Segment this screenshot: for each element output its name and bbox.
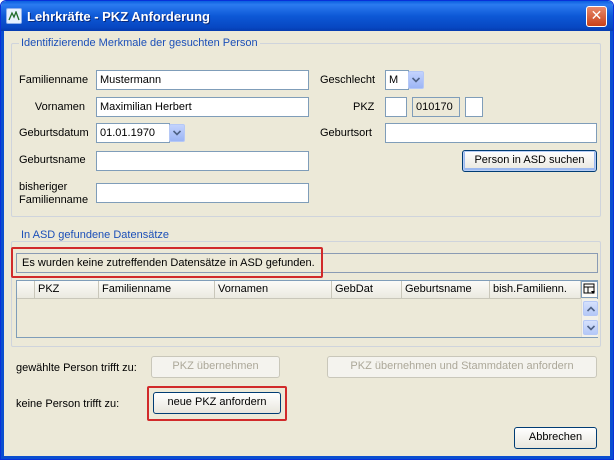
column-spacer: [17, 281, 35, 298]
column-header-geburtsname[interactable]: Geburtsname: [402, 281, 490, 298]
abbrechen-button[interactable]: Abbrechen: [514, 427, 597, 449]
search-asd-button[interactable]: Person in ASD suchen: [462, 150, 597, 172]
geburtsdatum-field[interactable]: 01.01.1970: [96, 123, 170, 143]
scroll-down-button[interactable]: [583, 320, 598, 335]
column-header-pkz[interactable]: PKZ: [35, 281, 99, 298]
title-bar[interactable]: Lehrkräfte - PKZ Anforderung ✕: [1, 1, 613, 31]
geschlecht-dropdown-button[interactable]: [408, 71, 424, 89]
column-header-familienname[interactable]: Familienname: [99, 281, 215, 298]
geburtsdatum-label: Geburtsdatum: [19, 127, 89, 139]
pkz-stammdaten-button[interactable]: PKZ übernehmen und Stammdaten anfordern: [327, 356, 597, 378]
geschlecht-select[interactable]: M: [385, 70, 409, 90]
geburtsort-label: Geburtsort: [320, 127, 372, 139]
column-header-vornamen[interactable]: Vornamen: [215, 281, 332, 298]
neue-pkz-highlight-box: [147, 386, 287, 421]
geburtsname-field[interactable]: [96, 151, 309, 171]
column-chooser-icon: [583, 283, 595, 294]
familienname-field[interactable]: Mustermann: [96, 70, 309, 90]
bisheriger-label-line2: Familienname: [19, 194, 89, 206]
window-frame-bottom: [1, 456, 613, 459]
pkz-field-part3[interactable]: [465, 97, 483, 117]
geburtsname-label: Geburtsname: [19, 154, 86, 166]
geschlecht-label: Geschlecht: [320, 74, 376, 86]
pkz-uebernehmen-button[interactable]: PKZ übernehmen: [151, 356, 280, 378]
bisheriger-familienname-field[interactable]: [96, 183, 309, 203]
pkz-field-part2: 010170: [412, 97, 460, 117]
no-person-label: keine Person trifft zu:: [16, 398, 120, 410]
chevron-down-icon: [173, 130, 181, 136]
geburtsdatum-dropdown-button[interactable]: [169, 124, 185, 142]
status-highlight-box: [11, 247, 323, 278]
window-frame-left: [1, 31, 4, 459]
bisheriger-label-line1: bisheriger: [19, 181, 68, 193]
pkz-request-dialog: Lehrkräfte - PKZ Anforderung ✕ Identifiz…: [0, 0, 614, 460]
table-header: PKZ Familienname Vornamen GebDat Geburts…: [17, 281, 581, 299]
chosen-person-label: gewählte Person trifft zu:: [16, 362, 137, 374]
column-header-gebdat[interactable]: GebDat: [332, 281, 402, 298]
table-vertical-scrollbar[interactable]: [581, 299, 598, 337]
asd-results-table: PKZ Familienname Vornamen GebDat Geburts…: [16, 280, 598, 338]
person-criteria-title: Identifizierende Merkmale der gesuchten …: [19, 37, 260, 49]
chevron-down-icon: [412, 77, 420, 83]
scroll-up-button[interactable]: [583, 301, 598, 316]
chevron-down-icon: [587, 325, 595, 331]
vornamen-label: Vornamen: [34, 101, 85, 113]
pkz-label: PKZ: [353, 101, 375, 113]
pkz-field-part1[interactable]: [385, 97, 407, 117]
vornamen-field[interactable]: Maximilian Herbert: [96, 97, 309, 117]
app-icon: [6, 8, 22, 24]
window-frame-right: [610, 31, 613, 459]
column-chooser-button[interactable]: [581, 281, 598, 298]
geburtsort-field[interactable]: [385, 123, 597, 143]
familienname-label: Familienname: [19, 74, 89, 86]
close-button[interactable]: ✕: [586, 6, 607, 27]
chevron-up-icon: [587, 306, 595, 312]
column-header-bish-familienname[interactable]: bish.Familienn.: [490, 281, 581, 298]
asd-results-title: In ASD gefundene Datensätze: [19, 229, 171, 241]
window-title: Lehrkräfte - PKZ Anforderung: [27, 9, 210, 24]
